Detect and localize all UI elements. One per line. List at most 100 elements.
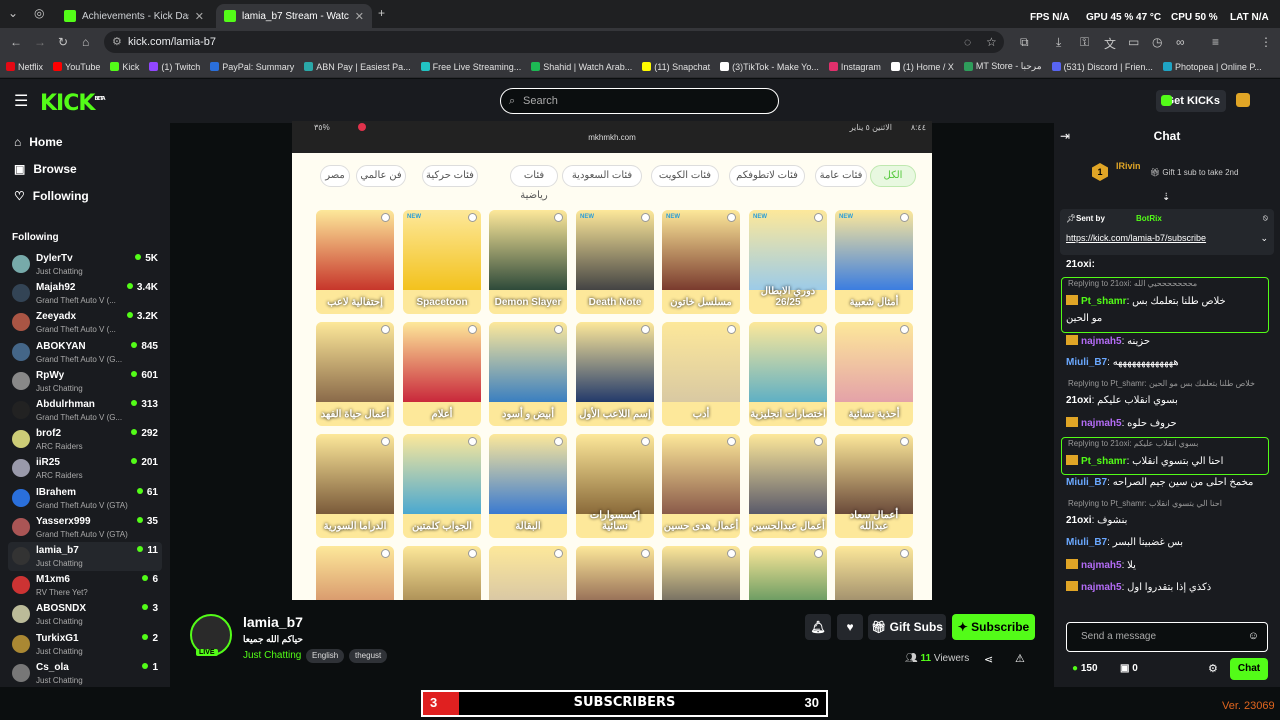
info-icon[interactable] <box>900 213 909 222</box>
menu-lines-icon[interactable]: ≡ <box>1212 35 1219 49</box>
bookmark-item[interactable]: (1) Home / X <box>890 62 954 72</box>
follow-button[interactable]: ♥ <box>837 614 863 640</box>
emoji-icon[interactable]: ☺ <box>1248 630 1259 642</box>
settings-gear-icon[interactable]: ⚙ <box>1208 662 1218 675</box>
info-icon[interactable] <box>381 437 390 446</box>
send-chat-button[interactable]: Chat <box>1230 658 1268 680</box>
category-card[interactable] <box>576 546 654 600</box>
wallet-icon[interactable]: ▭ <box>1128 35 1139 49</box>
info-icon[interactable] <box>468 549 477 558</box>
chat-message[interactable]: 21oxi: بنشوف <box>1066 515 1272 526</box>
category-pill[interactable]: فئات الكويت <box>651 165 719 187</box>
share-icon[interactable]: ⋖ <box>984 653 993 666</box>
chat-message[interactable]: najmah5: حروف حلوه <box>1066 417 1272 429</box>
category-card[interactable]: إحتفالية لاعب <box>316 210 394 314</box>
sidebar-channel-m1xm6[interactable]: M1xm6 RV There Yet? 6 <box>8 571 162 600</box>
info-icon[interactable] <box>641 325 650 334</box>
info-icon[interactable] <box>554 437 563 446</box>
info-icon[interactable] <box>554 549 563 558</box>
info-icon[interactable] <box>814 437 823 446</box>
hamburger-menu-icon[interactable]: ☰ <box>14 91 28 111</box>
translate-icon[interactable]: 文 <box>1104 35 1116 52</box>
bookmark-item[interactable]: PayPal: Summary <box>210 62 294 72</box>
forward-icon[interactable]: → <box>34 35 46 49</box>
info-icon[interactable] <box>727 325 736 334</box>
bookmark-item[interactable]: Instagram <box>828 62 881 72</box>
sidebar-channel-turkixg1[interactable]: TurkixG1 Just Chatting 2 <box>8 630 162 659</box>
info-icon[interactable] <box>727 549 736 558</box>
category-card[interactable] <box>662 546 740 600</box>
tab-stream[interactable]: lamia_b7 Stream - Watch Li ✕ <box>216 4 372 28</box>
category-card[interactable]: أعمال حياة الفهد <box>316 322 394 426</box>
report-icon[interactable]: ⚠ <box>1015 652 1025 665</box>
download-icon[interactable]: ⤓ <box>1056 35 1061 50</box>
info-icon[interactable] <box>814 213 823 222</box>
reload-icon[interactable]: ↻ <box>58 35 68 49</box>
bookmark-item[interactable]: (3)TikTok - Make Yo... <box>720 62 819 72</box>
stream-category[interactable]: Just Chatting <box>243 650 301 661</box>
tag-thegust[interactable]: thegust <box>349 649 388 663</box>
chat-message[interactable]: Pt_shamr: خلاص طلنا بتعلمك بس <box>1066 295 1272 307</box>
info-icon[interactable] <box>814 325 823 334</box>
category-card[interactable]: أبيض و أسود <box>489 322 567 426</box>
sidebar-channel-iir25[interactable]: iiR25 ARC Raiders 201 <box>8 454 162 483</box>
sidebar-channel-zeeyadx[interactable]: Zeeyadx Grand Theft Auto V (... 3.2K <box>8 308 162 337</box>
sidebar-channel-brof2[interactable]: brof2 ARC Raiders 292 <box>8 425 162 454</box>
history-icon[interactable]: ◷ <box>1152 35 1162 49</box>
category-card[interactable]: Demon Slayer <box>489 210 567 314</box>
more-vert-icon[interactable]: ⋮ <box>1260 35 1272 49</box>
category-card[interactable] <box>316 546 394 600</box>
sidebar-channel-abokyan[interactable]: ABOKYAN Grand Theft Auto V (G... 845 <box>8 338 162 367</box>
category-card[interactable]: أعمال هدى حسين <box>662 434 740 538</box>
bookmark-item[interactable]: Photopea | Online P... <box>1162 62 1262 72</box>
bookmark-item[interactable]: Free Live Streaming... <box>420 62 521 72</box>
category-card[interactable]: الدراما السورية <box>316 434 394 538</box>
sidebar-channel-lamia_b7[interactable]: lamia_b7 Just Chatting 11 <box>8 542 162 571</box>
category-pill[interactable]: فئات حركية <box>422 165 478 187</box>
unpin-icon[interactable]: ⦸ <box>1263 213 1268 223</box>
back-icon[interactable]: ← <box>10 35 22 49</box>
close-tab-icon[interactable]: ✕ <box>355 10 364 23</box>
bookmark-item[interactable]: MT Store - مرحبا <box>963 61 1042 72</box>
category-card[interactable]: البقالة <box>489 434 567 538</box>
subscribe-link[interactable]: https://kick.com/lamia-b7/subscribe <box>1066 233 1206 243</box>
category-card[interactable]: NEW Spacetoon <box>403 210 481 314</box>
category-card[interactable]: أعمال سعاد عبدالله <box>835 434 913 538</box>
info-icon[interactable] <box>468 325 477 334</box>
sidebar-channel-abdulrhman[interactable]: Abdulrhman Grand Theft Auto V (G... 313 <box>8 396 162 425</box>
extensions-icon[interactable]: ⧉ <box>1020 35 1029 50</box>
category-card[interactable]: NEW أمثال شعبية <box>835 210 913 314</box>
home-icon[interactable]: ⌂ <box>82 35 89 49</box>
rewards-icon[interactable] <box>1236 93 1250 107</box>
sort-icon[interactable]: ⇣ <box>1162 192 1170 203</box>
bookmark-item[interactable]: (1) Twitch <box>149 62 200 72</box>
gift-subs-button[interactable]: 🎁︎ Gift Subs <box>868 614 946 640</box>
notifications-button[interactable]: 🔔︎ <box>805 614 831 640</box>
chat-message[interactable]: Pt_shamr: احنا الي بتسوي انقلاب <box>1066 455 1272 467</box>
sidebar-channel-ibrahem[interactable]: IBrahem Grand Theft Auto V (GTA) 61 <box>8 484 162 513</box>
category-card[interactable]: NEW Death Note <box>576 210 654 314</box>
gifts-balance[interactable]: ▣ 0 <box>1120 663 1138 674</box>
category-card[interactable]: أدب <box>662 322 740 426</box>
category-pill[interactable]: فئات السعودية <box>562 165 642 187</box>
search-input[interactable]: ⌕ Search <box>500 88 779 114</box>
chat-message[interactable]: Miuli_B7: مخمخ احلى من سين جيم الصراحه <box>1066 477 1272 488</box>
info-icon[interactable] <box>554 325 563 334</box>
bookmark-item[interactable]: Kick <box>110 62 139 72</box>
info-icon[interactable] <box>554 213 563 222</box>
category-pill[interactable]: فئات لاتطوفكم <box>729 165 805 187</box>
emote-strip[interactable] <box>1066 601 1272 619</box>
sidebar-channel-majah92[interactable]: Majah92 Grand Theft Auto V (... 3.4K <box>8 279 162 308</box>
bookmark-item[interactable]: ABN Pay | Easiest Pa... <box>304 62 411 72</box>
category-card[interactable] <box>489 546 567 600</box>
chat-message[interactable]: Miuli_B7: بس غضبينا البسر <box>1066 537 1272 548</box>
info-icon[interactable] <box>900 325 909 334</box>
info-icon[interactable] <box>468 213 477 222</box>
info-icon[interactable] <box>381 325 390 334</box>
chat-message[interactable]: najmah5: ذكذي إذا بتقدروا اول <box>1066 581 1272 593</box>
category-card[interactable]: NEW مسلسل خاتون <box>662 210 740 314</box>
nav-following[interactable]: ♡ Following <box>14 189 89 203</box>
category-card[interactable]: NEW دوري الابطال 26/25 <box>749 210 827 314</box>
close-tab-icon[interactable]: ✕ <box>195 10 204 23</box>
category-card[interactable]: إسم اللاعب الأول <box>576 322 654 426</box>
